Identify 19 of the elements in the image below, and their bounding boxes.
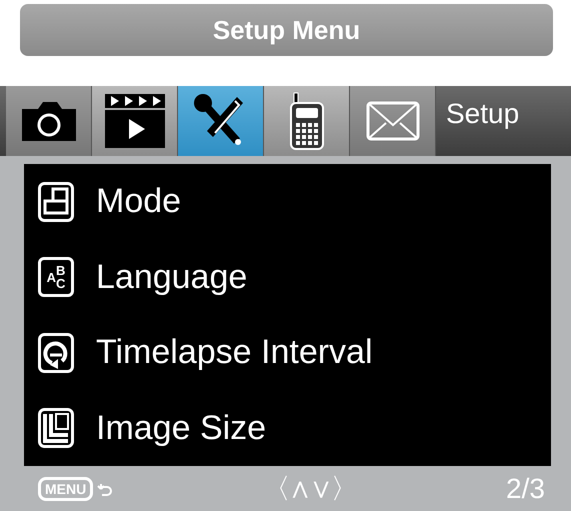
tab-label: Setup — [445, 97, 520, 130]
menu-tab[interactable] — [6, 86, 92, 156]
menu-item[interactable]: Language — [96, 258, 248, 297]
camera-icon — [20, 99, 78, 143]
remote-device-icon — [288, 91, 326, 151]
clapperboard-icon — [102, 92, 166, 150]
menu-tab[interactable] — [92, 86, 178, 156]
navigation-hint: 〈∧∨〉 — [262, 472, 357, 506]
image-size-icon — [38, 408, 74, 448]
envelope-icon — [366, 101, 420, 141]
menu-item[interactable]: Timelapse Interval — [96, 333, 373, 372]
page-indicator: 2/3 — [506, 472, 545, 504]
menu-tab[interactable] — [264, 86, 350, 156]
title-bar: Setup Menu — [20, 4, 553, 56]
mode-icon — [38, 182, 74, 222]
menu-item[interactable]: Mode — [96, 182, 182, 222]
menu-key-badge: MENU — [38, 476, 94, 500]
menu-item[interactable]: Image Size — [96, 408, 266, 448]
menu-tab[interactable] — [178, 86, 264, 156]
